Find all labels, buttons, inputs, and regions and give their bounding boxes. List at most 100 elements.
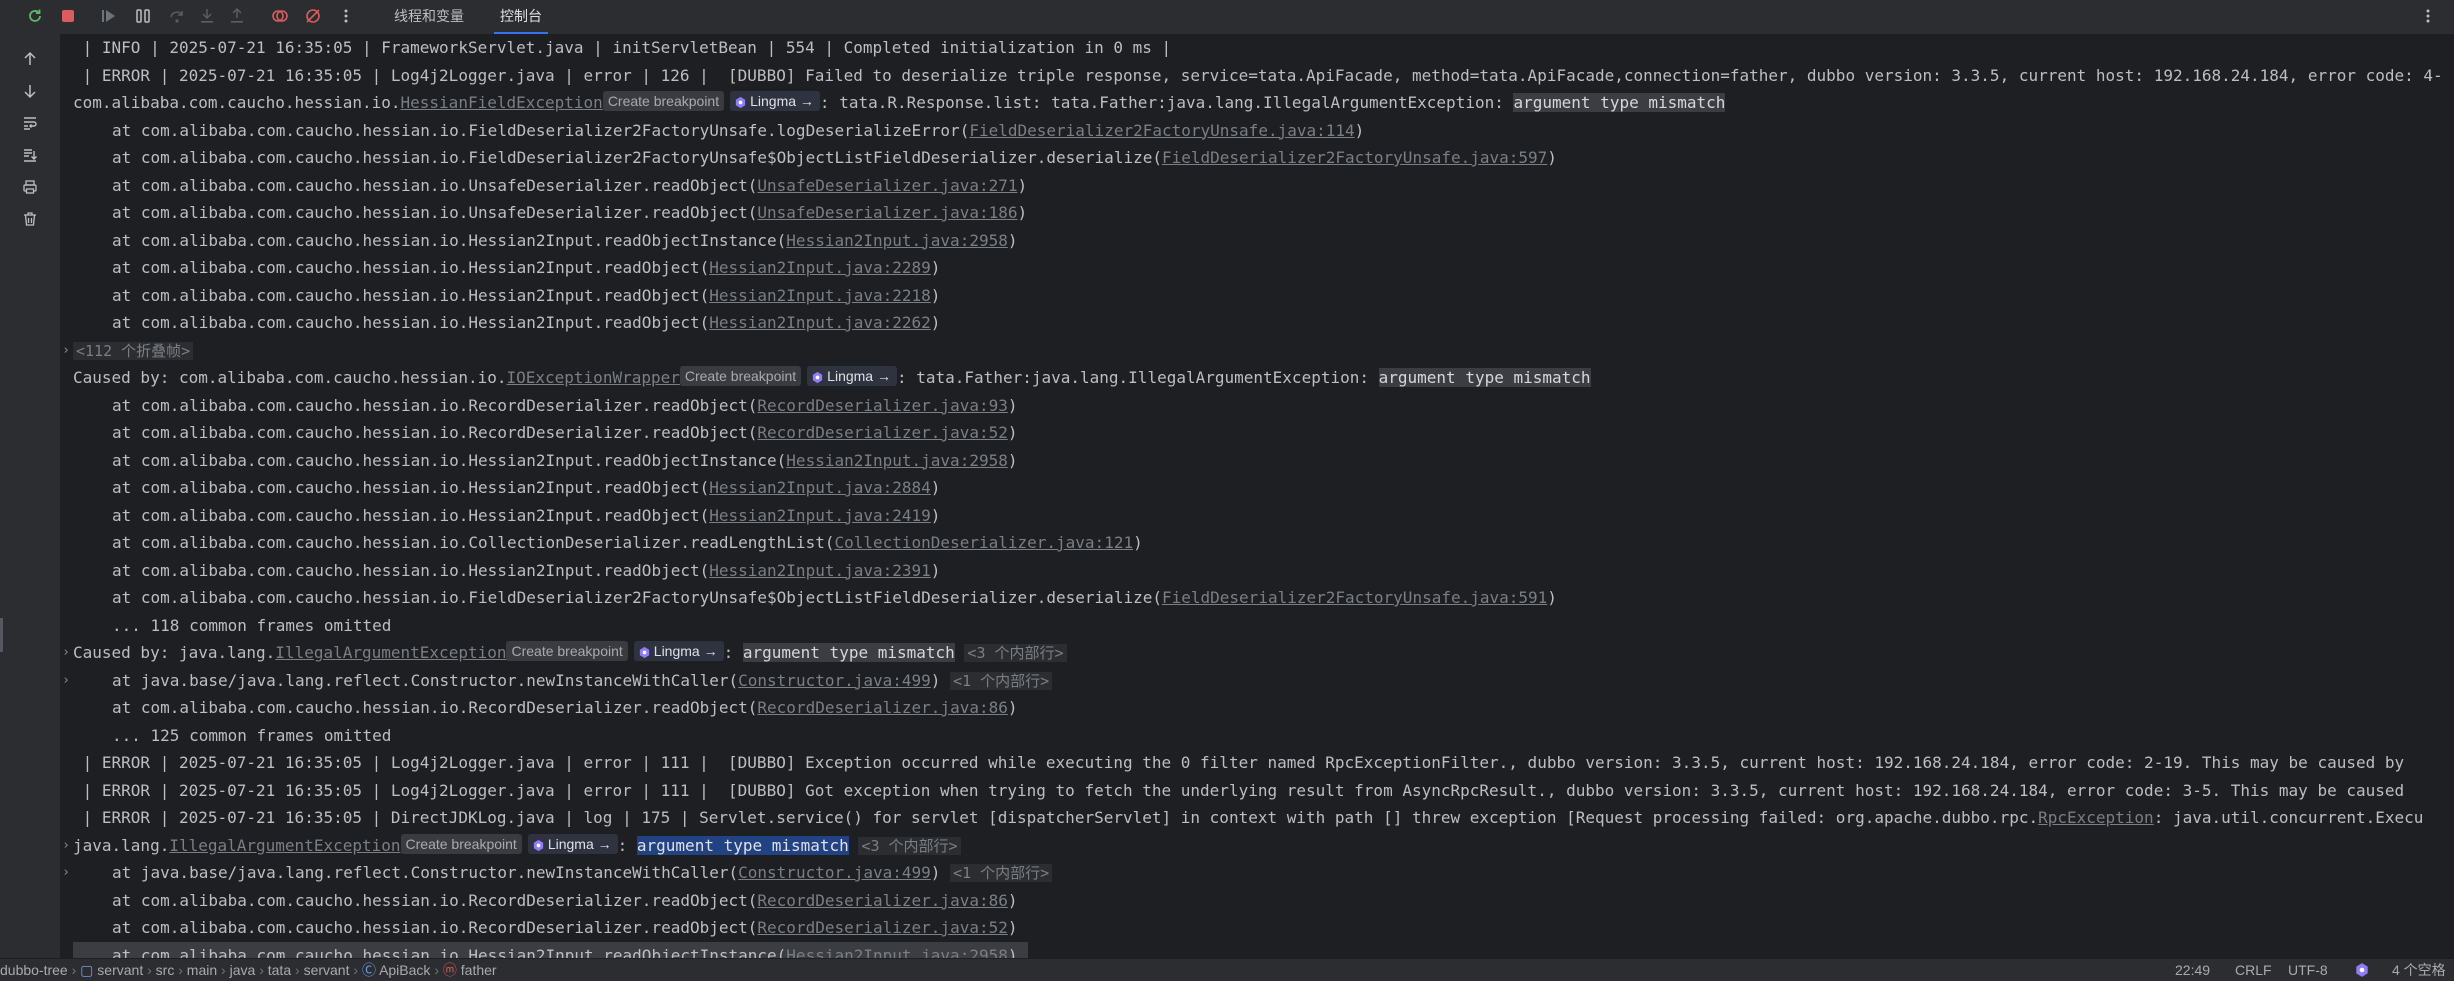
- source-link[interactable]: CollectionDeserializer.java:121: [834, 533, 1133, 552]
- exception-class-link[interactable]: RpcException: [2038, 808, 2154, 827]
- source-link[interactable]: Hessian2Input.java:2262: [709, 313, 931, 332]
- lingma-button[interactable]: Lingma →: [633, 641, 724, 661]
- source-link[interactable]: Hessian2Input.java:2958: [786, 231, 1008, 250]
- stack-frame: at com.alibaba.com.caucho.hessian.io.Fie…: [112, 120, 1365, 140]
- create-breakpoint-button[interactable]: Create breakpoint: [679, 366, 802, 386]
- internal-lines[interactable]: <3 个内部行>: [858, 836, 961, 855]
- create-breakpoint-button[interactable]: Create breakpoint: [400, 833, 522, 854]
- tab-threads-variables[interactable]: 线程和变量: [388, 0, 470, 34]
- source-link[interactable]: Hessian2Input.java:2419: [709, 506, 931, 525]
- view-breakpoints-icon[interactable]: [267, 3, 293, 29]
- source-link[interactable]: RecordDeserializer.java:52: [757, 918, 1007, 937]
- more-icon[interactable]: [333, 3, 359, 29]
- fold-chevron-icon[interactable]: ›: [60, 639, 72, 667]
- mute-breakpoints-icon[interactable]: [300, 3, 326, 29]
- exception-class-link[interactable]: HessianFieldException: [401, 93, 603, 112]
- log-line-error: | ERROR | 2025-07-21 16:35:05 | DirectJD…: [73, 808, 2424, 827]
- exception-line: java.lang.IllegalArgumentException Create…: [73, 832, 961, 860]
- breadcrumb-main[interactable]: main: [187, 962, 217, 978]
- stop-icon[interactable]: [55, 3, 81, 29]
- step-over-icon[interactable]: [164, 3, 190, 29]
- fold-chevron-icon[interactable]: ›: [60, 832, 72, 860]
- indent-setting[interactable]: 4 个空格: [2392, 959, 2446, 981]
- lingma-status-icon[interactable]: [2354, 959, 2370, 981]
- collapsed-frames[interactable]: <112 个折叠帧>: [73, 337, 194, 365]
- step-out-icon[interactable]: [224, 3, 250, 29]
- source-link[interactable]: FieldDeserializer2FactoryUnsafe.java:114: [969, 121, 1354, 140]
- source-link[interactable]: Hessian2Input.java:2958: [786, 451, 1008, 470]
- stack-frame: at com.alibaba.com.caucho.hessian.io.Uns…: [112, 175, 1028, 195]
- source-link[interactable]: FieldDeserializer2FactoryUnsafe.java:591: [1162, 588, 1547, 607]
- exception-message: argument type mismatch: [742, 643, 955, 662]
- stack-frame: at com.alibaba.com.caucho.hessian.io.Rec…: [112, 395, 1018, 415]
- breadcrumb-method[interactable]: father: [461, 962, 497, 978]
- create-breakpoint-button[interactable]: Create breakpoint: [602, 91, 725, 111]
- caused-by-line: Caused by: java.lang.IllegalArgumentExce…: [73, 639, 1067, 667]
- fold-chevron-icon[interactable]: ›: [60, 667, 72, 695]
- tab-console[interactable]: 控制台: [494, 0, 548, 34]
- source-link[interactable]: Hessian2Input.java:2218: [709, 286, 931, 305]
- breadcrumb-package-tata[interactable]: tata: [268, 962, 291, 978]
- soft-wrap-icon[interactable]: [16, 109, 44, 137]
- rerun-icon[interactable]: [22, 3, 48, 29]
- source-link[interactable]: FieldDeserializer2FactoryUnsafe.java:597: [1162, 148, 1547, 167]
- lingma-button[interactable]: Lingma →: [527, 833, 618, 854]
- source-link[interactable]: UnsafeDeserializer.java:271: [757, 176, 1017, 195]
- stack-frame: at com.alibaba.com.caucho.hessian.io.Rec…: [112, 698, 1018, 717]
- stack-frame: at com.alibaba.com.caucho.hessian.io.Uns…: [112, 203, 1028, 222]
- log-line-info: | INFO | 2025-07-21 16:35:05 | Framework…: [73, 38, 1172, 57]
- clear-all-icon[interactable]: [16, 205, 44, 233]
- lingma-button[interactable]: Lingma →: [807, 366, 897, 386]
- console-output[interactable]: | INFO | 2025-07-21 16:35:05 | Framework…: [60, 34, 2454, 958]
- breadcrumb-src[interactable]: src: [156, 962, 175, 978]
- breadcrumb-java[interactable]: java: [230, 962, 256, 978]
- source-link[interactable]: Constructor.java:499: [738, 863, 931, 882]
- console-side-toolbar: [0, 34, 61, 958]
- exception-class-link[interactable]: IllegalArgumentException: [275, 643, 506, 662]
- source-link[interactable]: RecordDeserializer.java:93: [757, 396, 1007, 415]
- options-menu-icon[interactable]: [2416, 4, 2440, 28]
- breadcrumb-package-servant[interactable]: servant: [304, 962, 350, 978]
- print-icon[interactable]: [16, 173, 44, 201]
- fold-chevron-icon[interactable]: ›: [60, 859, 72, 887]
- exception-class-link[interactable]: IllegalArgumentException: [169, 836, 400, 855]
- stack-frame: at com.alibaba.com.caucho.hessian.io.Hes…: [112, 505, 941, 525]
- cursor-position[interactable]: 22:49: [2175, 959, 2210, 981]
- scroll-indicator: [0, 618, 3, 652]
- internal-lines[interactable]: <3 个内部行>: [964, 644, 1067, 662]
- class-icon: Ⓒ: [361, 962, 376, 978]
- down-arrow-icon[interactable]: [16, 77, 44, 105]
- omitted-frames: ... 125 common frames omitted: [112, 725, 392, 745]
- source-link[interactable]: Hessian2Input.java:2391: [709, 561, 931, 580]
- module-icon: ▢: [80, 962, 94, 978]
- breadcrumb-class[interactable]: ApiBack: [379, 962, 430, 978]
- source-link[interactable]: Hessian2Input.java:2884: [709, 478, 931, 497]
- log-line-error: | ERROR | 2025-07-21 16:35:05 | Log4j2Lo…: [73, 753, 2405, 772]
- create-breakpoint-button[interactable]: Create breakpoint: [506, 641, 628, 661]
- breadcrumb-module[interactable]: servant: [97, 962, 143, 978]
- scroll-to-end-icon[interactable]: [16, 141, 44, 169]
- up-arrow-icon[interactable]: [16, 45, 44, 73]
- exception-class-link[interactable]: IOExceptionWrapper: [506, 368, 679, 387]
- source-link[interactable]: RecordDeserializer.java:86: [757, 891, 1007, 910]
- resume-icon[interactable]: [96, 3, 122, 29]
- lingma-icon: [639, 646, 649, 659]
- source-link[interactable]: Constructor.java:499: [738, 671, 931, 690]
- internal-lines[interactable]: <1 个内部行>: [950, 671, 1053, 690]
- source-link[interactable]: Hessian2Input.java:2289: [709, 258, 931, 277]
- stack-frame: at com.alibaba.com.caucho.hessian.io.Col…: [112, 533, 1143, 552]
- pause-icon[interactable]: [130, 3, 156, 29]
- source-link[interactable]: RecordDeserializer.java:52: [757, 423, 1007, 442]
- source-link[interactable]: UnsafeDeserializer.java:186: [757, 203, 1017, 222]
- step-into-icon[interactable]: [194, 3, 220, 29]
- source-link[interactable]: Hessian2Input.java:2958: [786, 946, 1008, 959]
- internal-lines[interactable]: <1 个内部行>: [950, 864, 1053, 882]
- line-ending[interactable]: CRLF: [2235, 959, 2272, 981]
- lingma-button[interactable]: Lingma →: [730, 91, 820, 111]
- stack-frame: at com.alibaba.com.caucho.hessian.io.Hes…: [112, 478, 941, 497]
- file-encoding[interactable]: UTF-8: [2288, 959, 2328, 981]
- selected-exception-message[interactable]: argument type mismatch: [636, 835, 849, 855]
- breadcrumb-project[interactable]: dubbo-tree: [0, 962, 68, 978]
- source-link[interactable]: RecordDeserializer.java:86: [757, 698, 1007, 717]
- fold-chevron-icon[interactable]: ›: [60, 337, 72, 365]
